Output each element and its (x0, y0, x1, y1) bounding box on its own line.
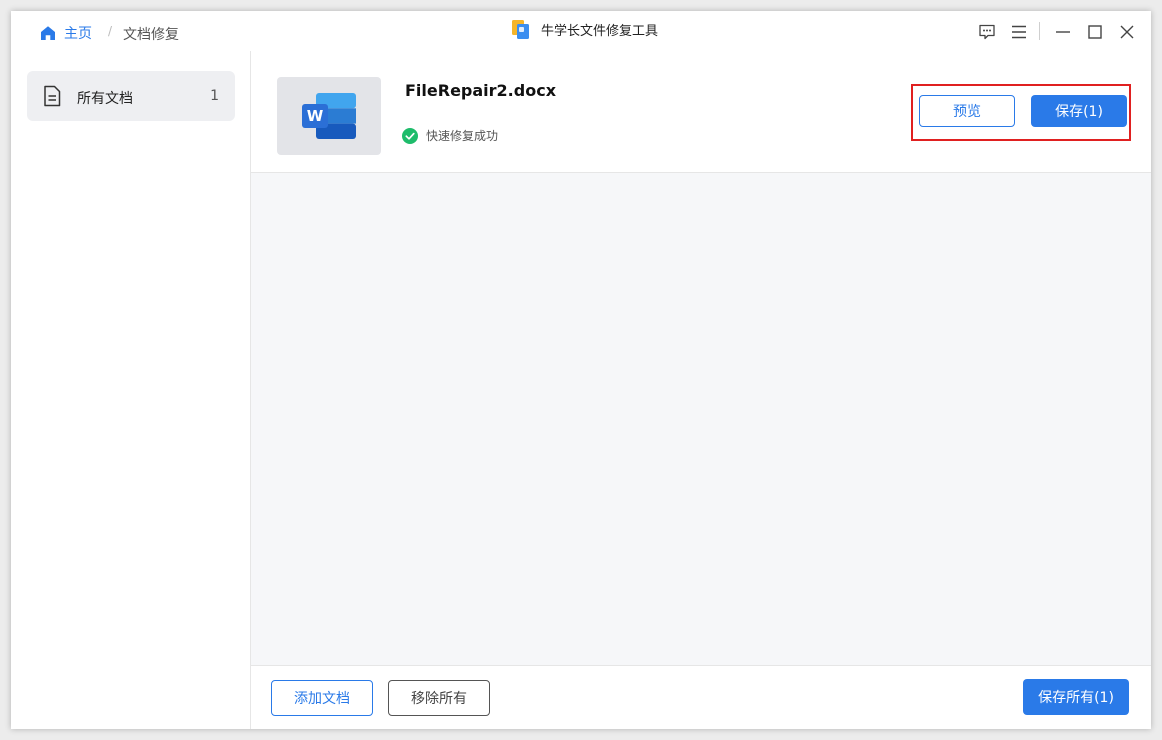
sidebar-item-all-documents[interactable]: 所有文档 1 (27, 71, 235, 121)
file-thumbnail: W (277, 77, 381, 155)
breadcrumb-home-label: 主页 (64, 26, 92, 42)
sidebar: 所有文档 1 (11, 51, 251, 729)
menu-icon[interactable] (1010, 23, 1028, 41)
save-button[interactable]: 保存(1) (1031, 95, 1127, 127)
sidebar-item-label: 所有文档 (77, 91, 133, 107)
svg-text:W: W (307, 107, 324, 125)
home-icon (41, 26, 55, 40)
app-title: 牛学长文件修复工具 (511, 18, 658, 40)
app-title-label: 牛学长文件修复工具 (541, 23, 659, 39)
titlebar-divider (1039, 22, 1040, 40)
breadcrumb-separator: / (108, 24, 113, 38)
app-logo-icon (512, 20, 529, 39)
save-all-button[interactable]: 保存所有(1) (1023, 679, 1129, 715)
preview-button[interactable]: 预览 (919, 95, 1015, 127)
footer-toolbar: 添加文档 移除所有 保存所有(1) (251, 665, 1151, 729)
feedback-icon[interactable] (978, 23, 996, 41)
breadcrumb-home[interactable]: 主页 (40, 23, 92, 43)
word-icon: W (302, 93, 356, 139)
title-bar: 主页 / 文档修复 牛学长文件修复工具 (11, 11, 1151, 52)
document-icon (44, 85, 61, 107)
close-icon[interactable] (1118, 23, 1136, 41)
success-check-icon (402, 127, 418, 144)
file-name: FileRepair2.docx (405, 81, 557, 100)
sidebar-item-count: 1 (210, 88, 219, 104)
add-document-button[interactable]: 添加文档 (271, 680, 373, 716)
remove-all-button[interactable]: 移除所有 (388, 680, 490, 716)
repair-status-text: 快速修复成功 (426, 129, 499, 143)
repair-status: 快速修复成功 (402, 127, 498, 144)
file-list-item: W FileRepair2.docx 快速修复成功 预览 保存(1) (251, 51, 1151, 173)
breadcrumb-current: 文档修复 (123, 27, 179, 43)
app-window: 主页 / 文档修复 牛学长文件修复工具 所有文档 1 W FileRepair2… (11, 11, 1151, 729)
minimize-icon[interactable] (1054, 23, 1072, 41)
file-list-area (251, 173, 1151, 665)
maximize-icon[interactable] (1086, 23, 1104, 41)
